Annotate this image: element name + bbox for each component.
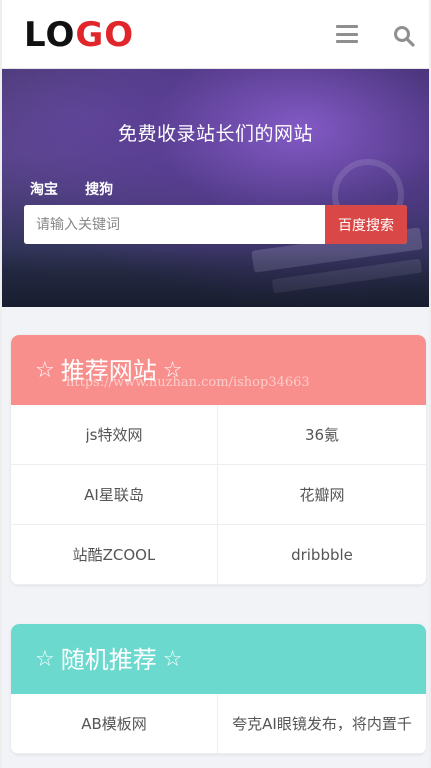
menu-bar-3 [336, 40, 358, 43]
search-box: 百度搜索 [24, 205, 407, 244]
search-input[interactable] [24, 205, 324, 244]
site-link[interactable]: js特效网 [11, 405, 218, 465]
recommend-sites-card: ☆ 推荐网站 ☆ https://www.huzhan.com/ishop34663… [11, 335, 426, 585]
site-logo[interactable]: LOGO [24, 18, 134, 52]
random-recommend-card: ☆ 随机推荐 ☆ AB模板网 夸克AI眼镜发布，将内置千 [11, 624, 426, 754]
top-header: LOGO [2, 0, 429, 69]
random-recommend-grid: AB模板网 夸克AI眼镜发布，将内置千 [11, 694, 426, 754]
hero-title: 免费收录站长们的网站 [117, 123, 313, 145]
menu-bar-2 [336, 32, 358, 36]
site-link[interactable]: 36氪 [218, 405, 426, 465]
site-link-label: 花瓣网 [299, 486, 345, 504]
star-icon: ☆ [162, 647, 183, 672]
engine-tab-sogou[interactable]: 搜狗 [85, 182, 113, 198]
page: LOGO 免费收录站长们的网站 淘宝 搜狗 百度搜索 [2, 0, 429, 768]
site-link-label: AB模板网 [81, 715, 147, 733]
star-icon: ☆ [35, 647, 55, 672]
site-link[interactable]: 花瓣网 [218, 465, 426, 525]
logo-text-red: GO [75, 15, 135, 55]
logo-text-black: LO [24, 15, 76, 55]
site-link-label: 站酷ZCOOL [72, 546, 156, 564]
recommend-sites-header: ☆ 推荐网站 ☆ https://www.huzhan.com/ishop34663 [11, 335, 426, 405]
section-title: 随机推荐 [60, 646, 157, 674]
baidu-search-button[interactable]: 百度搜索 [325, 205, 407, 244]
site-link[interactable]: 夸克AI眼镜发布，将内置千 [218, 694, 426, 754]
hero-banner: 免费收录站长们的网站 淘宝 搜狗 百度搜索 [2, 69, 429, 307]
menu-bar-1 [336, 25, 358, 28]
random-recommend-header: ☆ 随机推荐 ☆ [11, 624, 426, 694]
site-link-label: AI星联岛 [84, 486, 144, 504]
site-link-label: dribbble [291, 545, 353, 564]
search-icon[interactable] [393, 25, 415, 47]
site-link[interactable]: dribbble [218, 525, 426, 585]
site-link-label: 36氪 [304, 426, 340, 444]
site-link-label: 夸克AI眼镜发布，将内置千 [232, 715, 412, 733]
site-link[interactable]: AB模板网 [11, 694, 218, 754]
hero-background-shade [2, 249, 429, 307]
hamburger-menu-icon[interactable] [336, 25, 358, 43]
site-link-label: js特效网 [85, 426, 143, 444]
watermark-text: https://www.huzhan.com/ishop34663 [66, 375, 310, 390]
site-link[interactable]: AI星联岛 [11, 465, 218, 525]
recommend-sites-grid: js特效网 36氪 AI星联岛 花瓣网 站酷ZCOOL dribbble [11, 405, 426, 585]
search-engine-tabs: 淘宝 搜狗 [30, 179, 135, 199]
site-link[interactable]: 站酷ZCOOL [11, 525, 218, 585]
star-icon: ☆ [35, 358, 55, 383]
engine-tab-taobao[interactable]: 淘宝 [30, 182, 58, 198]
